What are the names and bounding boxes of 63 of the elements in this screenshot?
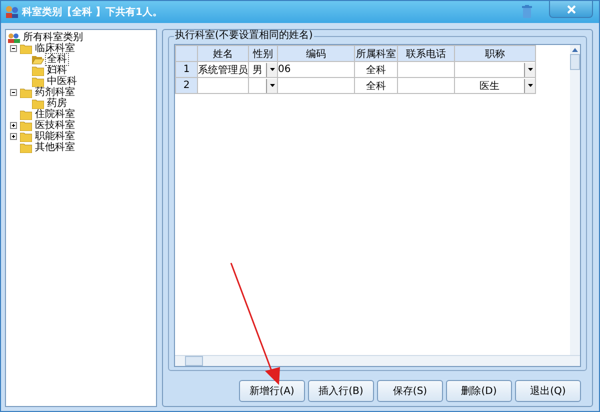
table-cell-text: 系统管理员 <box>198 64 248 76</box>
table-cell-text: 男 <box>252 64 264 76</box>
folder-icon <box>20 44 32 54</box>
table-cell-text: 全科 <box>366 64 386 76</box>
tree-item[interactable]: 住院科室 <box>34 109 76 120</box>
column-header: 姓名 <box>198 46 248 62</box>
row-number: 2 <box>176 78 198 94</box>
column-header: 职称 <box>454 46 536 62</box>
tree-item[interactable]: 全科 <box>46 54 68 65</box>
table-cell: 06 <box>278 64 291 75</box>
tree-item[interactable]: 所有科室类别 <box>22 32 84 43</box>
column-header: 编码 <box>278 46 354 62</box>
expand-icon[interactable] <box>10 122 18 130</box>
tree-item[interactable]: 药房 <box>46 98 68 109</box>
table-cell-text: 全科 <box>366 80 386 92</box>
dropdown-button[interactable] <box>266 62 277 76</box>
up-arrow-icon[interactable] <box>572 48 578 52</box>
action-button[interactable]: 删除(D) <box>446 380 512 402</box>
people-icon <box>8 32 20 42</box>
dropdown-button[interactable] <box>524 62 535 76</box>
folder-icon <box>20 88 32 98</box>
folder-icon <box>32 98 44 108</box>
action-button[interactable]: 新增行(A) <box>239 380 305 402</box>
action-button[interactable]: 插入行(B) <box>308 380 374 402</box>
column-header: 所属科室 <box>354 46 398 62</box>
folder-icon <box>32 66 44 76</box>
folder-icon <box>20 110 32 120</box>
tree-item[interactable]: 中医科 <box>46 76 78 87</box>
tree-item[interactable]: 药剂科室 <box>34 87 76 98</box>
action-button[interactable]: 保存(S) <box>377 380 443 402</box>
open-folder-icon <box>32 54 44 64</box>
window-title: 科室类别【全科 】下共有1人。 <box>22 5 162 19</box>
folder-icon <box>20 142 32 152</box>
folder-icon <box>32 76 44 86</box>
tree-item[interactable]: 职能科室 <box>34 131 76 142</box>
dropdown-button[interactable] <box>524 78 535 92</box>
scroll-thumb[interactable] <box>570 54 580 70</box>
caret-icon <box>528 68 532 71</box>
column-header: 性别 <box>248 46 278 62</box>
close-icon <box>566 4 576 14</box>
people-icon <box>5 5 19 19</box>
caret-icon <box>528 84 532 87</box>
action-button[interactable]: 退出(Q) <box>515 380 581 402</box>
folder-icon <box>20 132 32 142</box>
tree-item[interactable]: 其他科室 <box>34 142 76 153</box>
tree-item[interactable]: 医技科室 <box>34 120 76 131</box>
scroll-thumb[interactable] <box>185 356 203 366</box>
vertical-scrollbar[interactable] <box>570 45 580 355</box>
group-title: 执行科室(不要设置相同的姓名) <box>174 30 314 42</box>
horizontal-scrollbar[interactable] <box>175 355 580 366</box>
row-number: 1 <box>176 62 198 78</box>
column-header: 联系电话 <box>398 46 454 62</box>
dropdown-button[interactable] <box>266 78 277 92</box>
close-button[interactable] <box>549 1 593 18</box>
caret-icon <box>270 84 274 87</box>
collapse-icon[interactable] <box>10 44 18 52</box>
table-cell-text: 医生 <box>478 80 500 92</box>
collapse-icon[interactable] <box>10 88 18 96</box>
tree-item[interactable]: 临床科室 <box>34 43 76 54</box>
folder-icon <box>20 120 32 130</box>
expand-icon[interactable] <box>10 132 18 140</box>
caret-icon <box>270 68 274 71</box>
tree-item[interactable]: 妇科 <box>46 65 68 76</box>
